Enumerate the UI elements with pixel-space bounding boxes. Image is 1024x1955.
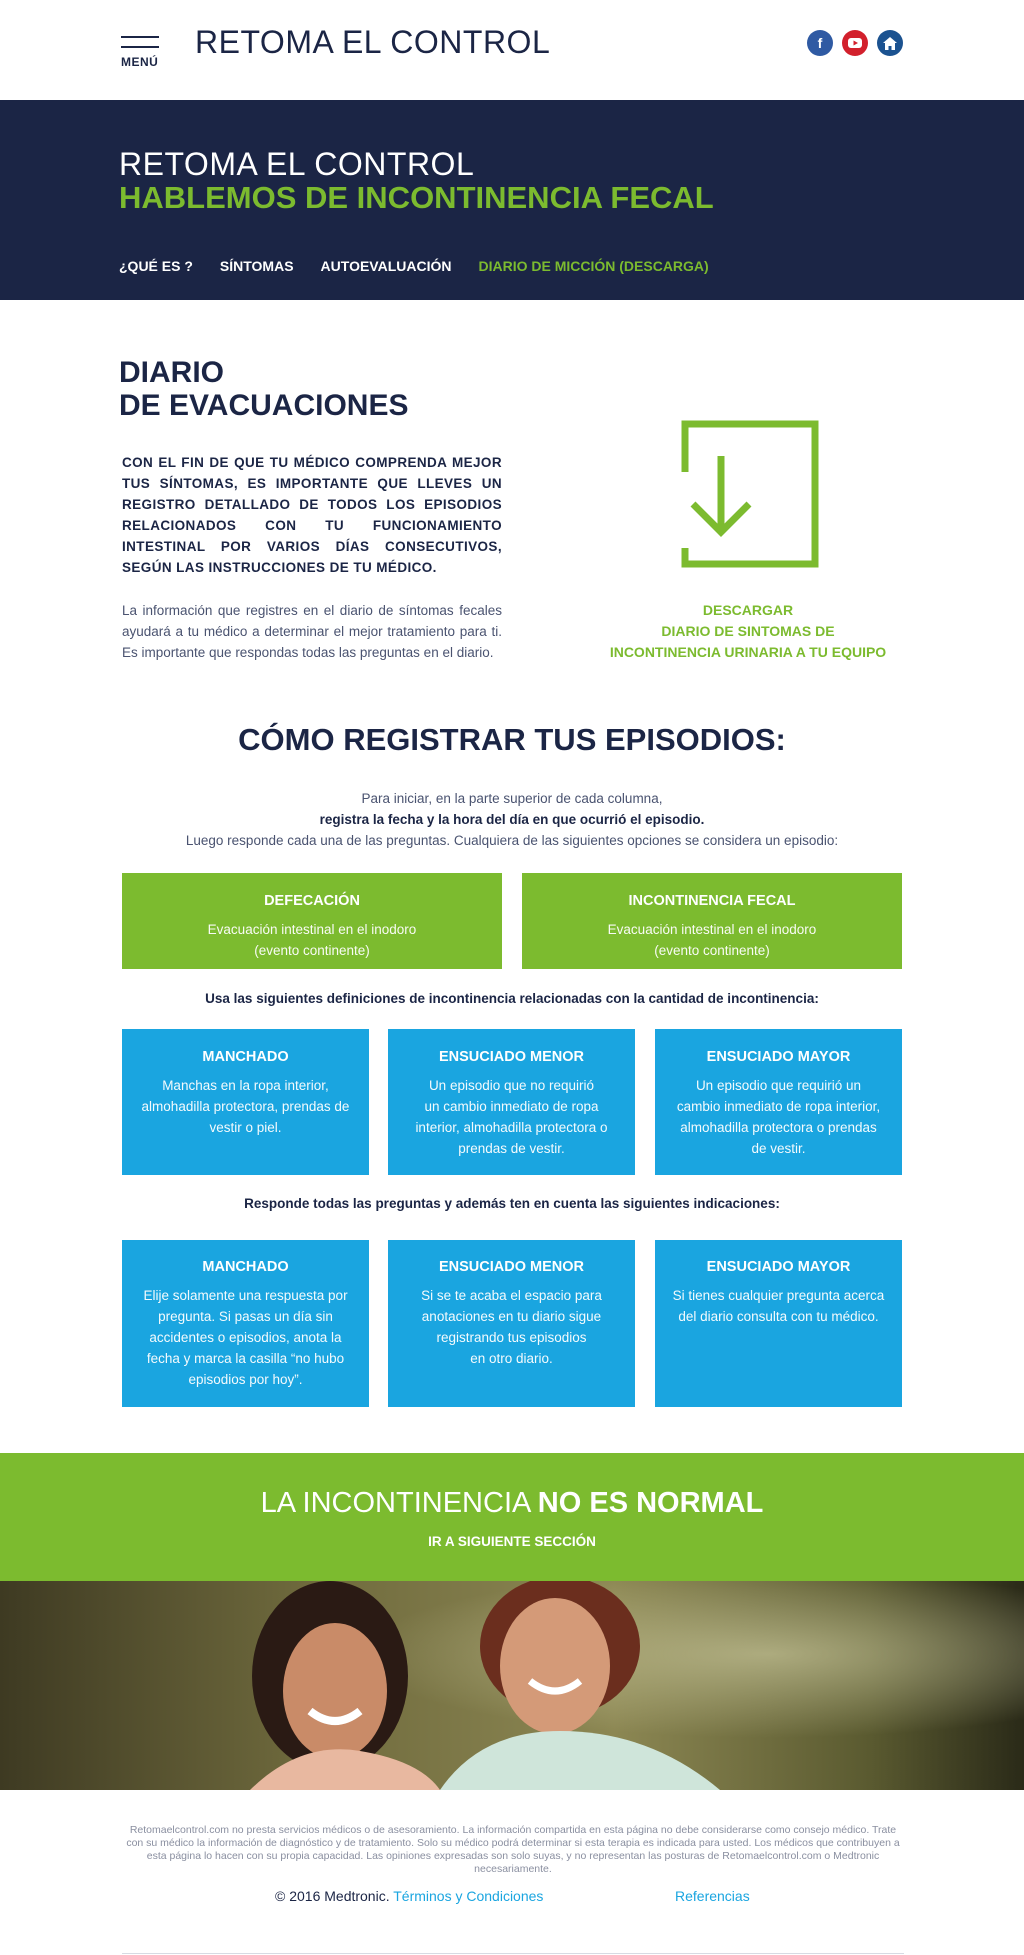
download-caption-line1: DESCARGAR	[702, 602, 794, 618]
nav-sintomas[interactable]: SÍNTOMAS	[220, 258, 294, 274]
episode-card-title: DEFECACIÓN	[264, 893, 360, 909]
episode-card-text: Evacuación intestinal en el inodoro (eve…	[122, 919, 502, 961]
cta-banner: LA INCONTINENCIA NO ES NORMAL IR A SIGUI…	[0, 1453, 1024, 1581]
instructions-heading: Responde todas las preguntas y además te…	[244, 1196, 780, 1211]
download-caption-line3: INCONTINENCIA URINARIA A TU EQUIPO	[609, 644, 887, 660]
definition-card-line: de vestir.	[751, 1141, 806, 1156]
definition-card-title: ENSUCIADO MAYOR	[706, 1049, 851, 1065]
facebook-icon[interactable]: f	[807, 30, 833, 56]
cta-headline: LA INCONTINENCIA NO ES NORMAL	[0, 1487, 1024, 1520]
social-links: f	[807, 30, 903, 56]
footer-divider	[122, 1953, 904, 1954]
section-nav: ¿QUÉ ES ? SÍNTOMAS AUTOEVALUACIÓN DIARIO…	[119, 258, 709, 274]
definition-card-ensuciado-mayor: ENSUCIADO MAYOR Un episodio que requirió…	[655, 1029, 902, 1175]
hamburger-icon-bar	[121, 46, 159, 48]
diary-title-line1: DIARIO	[119, 356, 224, 389]
definition-card-line: Un episodio que requirió un	[695, 1078, 862, 1093]
instruction-card-line: Si se te acaba el espacio para	[421, 1288, 602, 1303]
instruction-card-text: Elije solamente una respuesta por pregun…	[122, 1285, 369, 1390]
instruction-card-manchado: MANCHADO Elije solamente una respuesta p…	[122, 1240, 369, 1407]
how-intro: Para iniciar, en la parte superior de ca…	[0, 788, 1024, 851]
definition-card-title: ENSUCIADO MENOR	[438, 1049, 584, 1065]
top-header: MENÚ RETOMA EL CONTROL f	[0, 0, 1024, 100]
hero-subtitle: HABLEMOS DE INCONTINENCIA FECAL	[119, 180, 714, 215]
definition-card-line: cambio inmediato de ropa interior,	[676, 1099, 881, 1114]
instruction-card-line: accidentes o episodios, anota la	[149, 1330, 342, 1345]
definition-card-text: Manchas en la ropa interior, almohadilla…	[122, 1075, 369, 1138]
instruction-card-ensuciado-menor: ENSUCIADO MENOR Si se te acaba el espaci…	[388, 1240, 635, 1407]
download-diary-link[interactable]: DESCARGAR DIARIO DE SINTOMAS DE INCONTIN…	[600, 420, 896, 663]
instruction-card-line: fecha y marca la casilla “no hubo	[146, 1351, 345, 1366]
episode-card-defecacion: DEFECACIÓN Evacuación intestinal en el i…	[122, 873, 502, 969]
download-caption: DESCARGAR DIARIO DE SINTOMAS DE INCONTIN…	[600, 600, 896, 663]
diary-title: DIARIO DE EVACUACIONES	[119, 356, 408, 422]
episode-card-incontinencia: INCONTINENCIA FECAL Evacuación intestina…	[522, 873, 902, 969]
copyright: © 2016 Medtronic. Términos y Condiciones	[275, 1888, 543, 1904]
how-line2: registra la fecha y la hora del día en q…	[319, 812, 705, 827]
menu-label: MENÚ	[121, 55, 159, 69]
definition-card-text: Un episodio que requirió un cambio inmed…	[655, 1075, 902, 1159]
episode-card-line: (evento continente)	[254, 943, 370, 958]
references-link[interactable]: Referencias	[675, 1888, 750, 1904]
youtube-icon[interactable]	[842, 30, 868, 56]
definition-card-line: interior, almohadilla protectora o	[415, 1120, 608, 1135]
instruction-card-ensuciado-mayor: ENSUCIADO MAYOR Si tienes cualquier preg…	[655, 1240, 902, 1407]
definitions-heading: Usa las siguientes definiciones de incon…	[205, 991, 819, 1006]
download-icon	[681, 420, 819, 568]
definition-card-manchado: MANCHADO Manchas en la ropa interior, al…	[122, 1029, 369, 1175]
hero-banner: RETOMA EL CONTROL HABLEMOS DE INCONTINEN…	[0, 100, 1024, 300]
definition-card-line: un cambio inmediato de ropa	[424, 1099, 599, 1114]
episode-card-line: Evacuación intestinal en el inodoro	[607, 922, 817, 937]
definition-card-line: almohadilla protectora, prendas de	[141, 1099, 350, 1114]
nav-diario[interactable]: DIARIO DE MICCIÓN (DESCARGA)	[478, 258, 708, 274]
definition-card-line: Un episodio que no requirió	[428, 1078, 595, 1093]
definition-card-title: MANCHADO	[202, 1049, 289, 1065]
instruction-card-line: anotaciones en tu diario sigue	[421, 1309, 602, 1324]
instruction-card-title: ENSUCIADO MENOR	[438, 1259, 584, 1275]
hero-title: RETOMA EL CONTROL	[119, 146, 475, 182]
site-title[interactable]: RETOMA EL CONTROL	[195, 24, 550, 61]
photo-illustration	[0, 1581, 1024, 1790]
definition-card-text: Un episodio que no requirió un cambio in…	[388, 1075, 635, 1159]
definition-card-line: prendas de vestir.	[458, 1141, 565, 1156]
how-line3: Luego responde cada una de las preguntas…	[185, 833, 839, 848]
instruction-card-text: Si se te acaba el espacio para anotacion…	[388, 1285, 635, 1369]
home-icon[interactable]	[877, 30, 903, 56]
nav-que-es[interactable]: ¿QUÉ ES ?	[119, 258, 193, 274]
hero-photo-mother-daughter	[0, 1581, 1024, 1790]
instruction-card-line: en otro diario.	[470, 1351, 553, 1366]
instruction-card-line: registrando tus episodios	[436, 1330, 587, 1345]
terms-link[interactable]: Términos y Condiciones	[393, 1888, 543, 1904]
instruction-card-title: MANCHADO	[202, 1259, 289, 1275]
next-section-link[interactable]: IR A SIGUIENTE SECCIÓN	[0, 1534, 1024, 1549]
copyright-text: © 2016 Medtronic.	[275, 1888, 394, 1904]
nav-autoevaluacion[interactable]: AUTOEVALUACIÓN	[321, 258, 452, 274]
diary-title-line2: DE EVACUACIONES	[119, 389, 409, 422]
how-line1: Para iniciar, en la parte superior de ca…	[361, 791, 663, 806]
episode-card-text: Evacuación intestinal en el inodoro (eve…	[522, 919, 902, 961]
instruction-card-line: pregunta. Si pasas un día sin	[158, 1309, 333, 1324]
episode-card-line: (evento continente)	[654, 943, 770, 958]
episode-card-title: INCONTINENCIA FECAL	[628, 893, 796, 909]
episode-card-line: Evacuación intestinal en el inodoro	[207, 922, 417, 937]
definition-card-line: Manchas en la ropa interior,	[162, 1078, 329, 1093]
cta-headline-light: LA INCONTINENCIA	[260, 1487, 538, 1519]
definition-card-line: almohadilla protectora o prendas	[680, 1120, 877, 1135]
how-title: CÓMO REGISTRAR TUS EPISODIOS:	[238, 722, 786, 757]
instruction-card-line: episodios por hoy”.	[188, 1372, 303, 1387]
instruction-card-title: ENSUCIADO MAYOR	[706, 1259, 851, 1275]
instruction-card-line: Elije solamente una respuesta por	[143, 1288, 348, 1303]
menu-button[interactable]: MENÚ	[121, 36, 159, 69]
instruction-card-text: Si tienes cualquier pregunta acerca del …	[655, 1285, 902, 1327]
diary-lead: CON EL FIN DE QUE TU MÉDICO COMPRENDA ME…	[122, 455, 502, 575]
hamburger-icon	[121, 36, 159, 38]
instruction-card-line: del diario consulta con tu médico.	[678, 1309, 879, 1324]
definition-card-ensuciado-menor: ENSUCIADO MENOR Un episodio que no requi…	[388, 1029, 635, 1175]
disclaimer-text: Retomaelcontrol.com no presta servicios …	[126, 1824, 900, 1875]
definition-card-line: vestir o piel.	[209, 1120, 282, 1135]
instruction-card-line: Si tienes cualquier pregunta acerca	[672, 1288, 885, 1303]
diary-body: La información que registres en el diari…	[122, 603, 502, 660]
download-caption-line2: DIARIO DE SINTOMAS DE	[661, 623, 835, 639]
cta-headline-bold: NO ES NORMAL	[537, 1487, 764, 1519]
